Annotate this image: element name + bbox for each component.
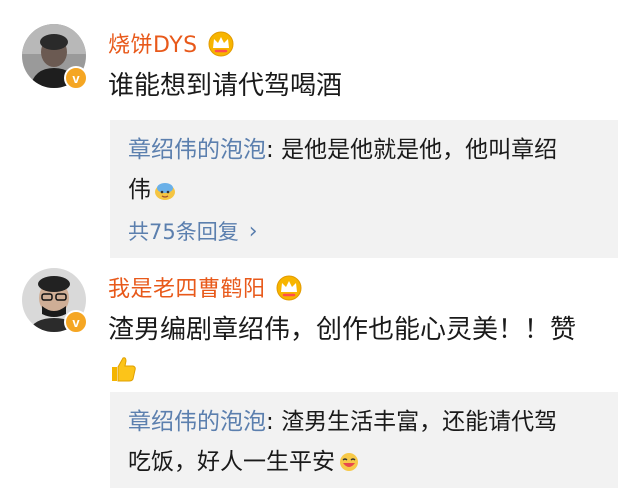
- verified-badge-icon: v: [64, 310, 88, 334]
- doge-emoji-icon: [155, 183, 175, 200]
- avatar[interactable]: v: [22, 268, 88, 334]
- reply-separator: :: [266, 409, 282, 435]
- reply-separator: :: [266, 137, 282, 163]
- reply-line: 章绍伟的泡泡: 是他是他就是他，他叫章绍: [128, 130, 602, 170]
- comment-text-content: 渣男编剧章绍伟，创作也能心灵美！！赞: [108, 315, 577, 345]
- crown-icon: [276, 275, 302, 301]
- comment-text: 渣男编剧章绍伟，创作也能心灵美！！赞: [108, 308, 608, 384]
- weibo-comment-list: v 烧饼DYS 谁能想到请代驾喝酒 章绍伟的泡泡: 是他是他就是他，他叫章绍 伟: [0, 0, 640, 488]
- username-link[interactable]: 烧饼DYS: [108, 27, 198, 59]
- reply-author-link[interactable]: 章绍伟的泡泡: [128, 137, 266, 163]
- chevron-right-icon: ›: [248, 218, 258, 244]
- reply-author-link[interactable]: 章绍伟的泡泡: [128, 409, 266, 435]
- reply-preview-box[interactable]: 章绍伟的泡泡: 渣男生活丰富，还能请代驾 吃饭，好人一生平安: [110, 392, 618, 488]
- reply-line: 吃饭，好人一生平安: [128, 442, 602, 482]
- reply-text: 伟: [128, 177, 151, 203]
- username-row: 我是老四曹鹤阳: [108, 272, 304, 302]
- crown-icon: [208, 31, 234, 57]
- view-more-replies-link[interactable]: 共75条回复 ›: [128, 216, 602, 246]
- reply-line: 章绍伟的泡泡: 渣男生活丰富，还能请代驾: [128, 402, 602, 442]
- laughing-emoji-icon: [340, 453, 358, 471]
- thumbs-up-icon: [112, 357, 136, 382]
- username-link[interactable]: 我是老四曹鹤阳: [108, 271, 266, 303]
- verified-badge-icon: v: [64, 66, 88, 90]
- reply-text: 渣男生活丰富，还能请代驾: [281, 409, 558, 435]
- reply-line: 伟: [128, 170, 602, 210]
- avatar[interactable]: v: [22, 24, 88, 90]
- comment-text: 谁能想到请代驾喝酒: [108, 71, 343, 101]
- reply-text: 是他是他就是他，他叫章绍: [281, 137, 558, 163]
- reply-text: 吃饭，好人一生平安: [128, 449, 335, 475]
- username-row: 烧饼DYS: [108, 28, 236, 58]
- reply-preview-box[interactable]: 章绍伟的泡泡: 是他是他就是他，他叫章绍 伟 共75条回复 ›: [110, 120, 618, 258]
- more-replies-count: 共75条回复: [128, 220, 239, 244]
